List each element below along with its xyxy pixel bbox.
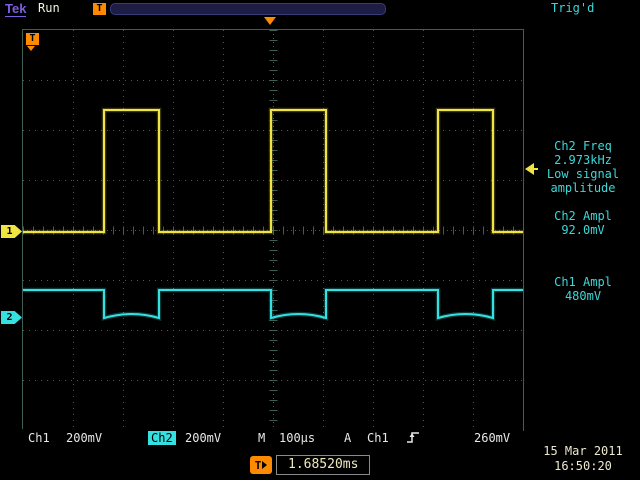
- trigger-position-arrow-icon: [264, 17, 276, 25]
- time-text: 16:50:20: [528, 459, 638, 474]
- trigger-icon: T: [93, 3, 106, 15]
- datetime-display: 15 Mar 2011 16:50:20: [528, 444, 638, 474]
- brand-logo: Tek: [5, 1, 26, 17]
- timebase-scale: 100µs: [279, 431, 315, 445]
- measurement-label: Ch2 Freq: [528, 139, 638, 153]
- trigger-position-value: 1.68520ms: [276, 455, 370, 475]
- ch2-scale: 200mV: [185, 431, 221, 445]
- timebase-label: M: [258, 431, 265, 445]
- ch1-label: Ch1: [28, 431, 50, 445]
- channel-readout-bar: Ch1 200mV Ch2 200mV M 100µs A Ch1 260mV: [22, 429, 523, 447]
- trigger-time-icon: T: [250, 456, 272, 474]
- graticule: [22, 29, 524, 431]
- measurements-panel: Ch2 Freq 2.973kHz Low signal amplitude C…: [528, 139, 638, 303]
- trigger-marker-chip: T: [26, 33, 39, 45]
- ch2-ground-marker: 2: [1, 311, 22, 324]
- measurement-warning: Low signal: [528, 167, 638, 181]
- trigger-position-readout: T 1.68520ms: [250, 455, 370, 475]
- ch1-scale: 200mV: [66, 431, 102, 445]
- ch1-ground-marker: 1: [1, 225, 22, 238]
- measurement-warning: amplitude: [528, 181, 638, 195]
- record-position-bar: [110, 3, 386, 15]
- trigger-source: Ch1: [367, 431, 389, 445]
- measurement-value: 2.973kHz: [528, 153, 638, 167]
- measurement-value: 92.0mV: [528, 223, 638, 237]
- measurement-label: Ch2 Ampl: [528, 209, 638, 223]
- ch2-label: Ch2: [148, 431, 176, 445]
- trigger-level-value: 260mV: [474, 431, 510, 445]
- rising-edge-icon: [406, 431, 420, 447]
- measurement-value: 480mV: [528, 289, 638, 303]
- trigger-mode-label: A: [344, 431, 351, 445]
- acquisition-state: Run: [38, 1, 60, 15]
- measurement-label: Ch1 Ampl: [528, 275, 638, 289]
- trigger-status: Trig'd: [551, 1, 594, 15]
- date-text: 15 Mar 2011: [528, 444, 638, 459]
- oscilloscope-screen: Tek Run T Trig'd T 1 2 Ch2 Freq 2.973kHz…: [0, 0, 640, 480]
- waveform-plot: [23, 30, 523, 430]
